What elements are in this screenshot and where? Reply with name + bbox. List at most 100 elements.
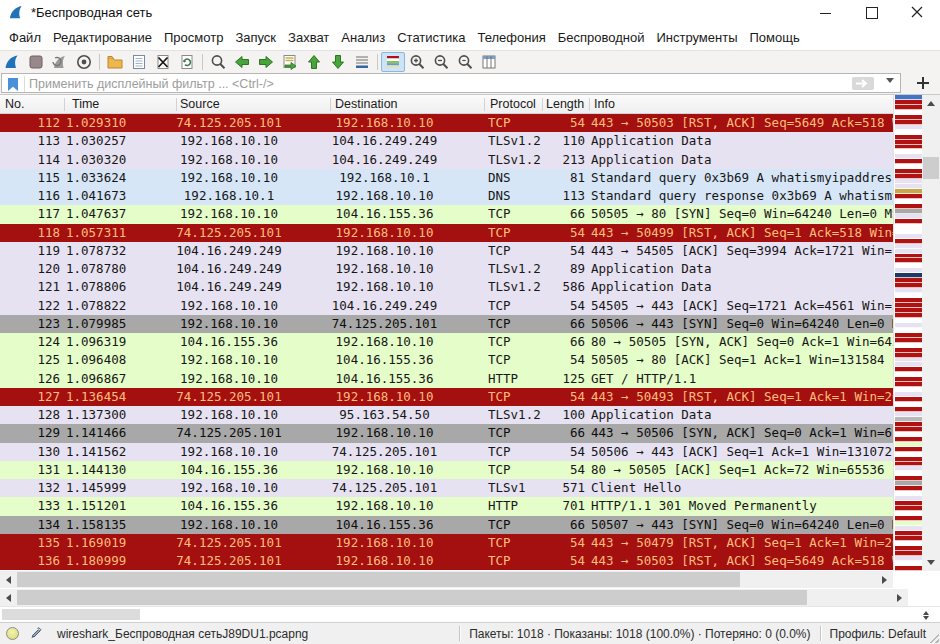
filter-dropdown-caret[interactable]: [886, 78, 894, 83]
expert-info-icon[interactable]: [6, 627, 19, 640]
resize-columns-icon[interactable]: [477, 52, 501, 72]
menu-item-3[interactable]: Просмотр: [158, 30, 229, 45]
packet-row-131[interactable]: 1311.144130104.16.155.36192.168.10.10TCP…: [0, 461, 893, 479]
packet-list-hscrollbar[interactable]: [0, 571, 893, 588]
packet-row-133[interactable]: 1331.151201104.16.155.36192.168.10.10HTT…: [0, 497, 893, 515]
maximize-button[interactable]: [848, 0, 894, 25]
packet-row-125[interactable]: 1251.096408192.168.10.10104.16.155.36TCP…: [0, 351, 893, 369]
packet-row-118[interactable]: 1181.05731174.125.205.101192.168.10.10TC…: [0, 224, 893, 242]
packet-row-129[interactable]: 1291.14146674.125.205.101192.168.10.10TC…: [0, 424, 893, 442]
auto-scroll-icon[interactable]: [350, 52, 374, 72]
packet-row-130[interactable]: 1301.141562192.168.10.1074.125.205.101TC…: [0, 443, 893, 461]
restart-capture-icon[interactable]: [48, 52, 72, 72]
packet-row-115[interactable]: 1151.033624192.168.10.10192.168.10.1DNS8…: [0, 169, 893, 187]
cell-len: 54: [538, 225, 585, 240]
packet-row-113[interactable]: 1131.030257192.168.10.10104.16.249.249TL…: [0, 132, 893, 150]
menu-item-8[interactable]: Телефония: [471, 30, 551, 45]
cell-proto: TCP: [488, 115, 511, 130]
start-capture-icon[interactable]: [0, 52, 24, 72]
go-forward-icon[interactable]: [254, 52, 278, 72]
packet-row-114[interactable]: 1141.030320192.168.10.10104.16.249.249TL…: [0, 151, 893, 169]
stop-capture-icon[interactable]: [24, 52, 48, 72]
scroll-left-arrow[interactable]: [0, 589, 17, 606]
column-header-source[interactable]: Source: [180, 97, 220, 111]
apply-filter-button[interactable]: [852, 77, 874, 90]
column-header-info[interactable]: Info: [594, 97, 615, 111]
hscrollbar-thumb[interactable]: [17, 572, 740, 587]
reload-file-icon[interactable]: [175, 52, 199, 72]
filter-bookmark-icon[interactable]: [5, 77, 21, 92]
menu-item-6[interactable]: Анализ: [335, 30, 391, 45]
cell-info: 50506 → 443 [ACK] Seq=1 Ack=1 Win=131072…: [591, 444, 893, 459]
capture-comment-icon[interactable]: [28, 626, 42, 640]
menu-item-7[interactable]: Статистика: [391, 30, 471, 45]
menu-item-4[interactable]: Запуск: [229, 30, 282, 45]
scroll-left-arrow[interactable]: [0, 571, 17, 588]
open-file-icon[interactable]: [103, 52, 127, 72]
scroll-up-arrow[interactable]: [922, 95, 940, 112]
packet-row-124[interactable]: 1241.096319104.16.155.36192.168.10.10TCP…: [0, 333, 893, 351]
packet-row-126[interactable]: 1261.096867192.168.10.10104.16.155.36HTT…: [0, 370, 893, 388]
cell-no: 126: [0, 371, 60, 386]
packet-minimap-scrollbar[interactable]: [893, 95, 922, 571]
menu-item-2[interactable]: Редактирование: [47, 30, 158, 45]
scroll-right-arrow[interactable]: [876, 571, 893, 588]
capture-options-icon[interactable]: [72, 52, 96, 72]
packet-row-112[interactable]: 1121.02931074.125.205.101192.168.10.10TC…: [0, 114, 893, 132]
menu-item-5[interactable]: Захват: [282, 30, 335, 45]
packet-row-127[interactable]: 1271.13645474.125.205.101192.168.10.10TC…: [0, 388, 893, 406]
column-header-no[interactable]: No.: [5, 97, 24, 111]
secondary-hscrollbar[interactable]: [0, 589, 908, 606]
go-to-packet-icon[interactable]: [278, 52, 302, 72]
packet-row-120[interactable]: 1201.078780104.16.249.249192.168.10.10TL…: [0, 260, 893, 278]
packet-row-136[interactable]: 1361.18099974.125.205.101192.168.10.10TC…: [0, 552, 893, 570]
add-filter-button[interactable]: [912, 74, 934, 93]
cell-info: Standard query 0x3b69 A whatismyipaddres…: [591, 170, 893, 185]
vertical-scrollbar[interactable]: [922, 95, 940, 571]
packet-row-121[interactable]: 1211.078806104.16.249.249192.168.10.10TL…: [0, 278, 893, 296]
hscrollbar-thumb[interactable]: [17, 590, 807, 605]
close-file-icon[interactable]: [151, 52, 175, 72]
profile-label[interactable]: Профиль: Default: [830, 627, 927, 641]
vertical-scrollbar-thumb[interactable]: [923, 157, 939, 179]
display-filter-input[interactable]: Применить дисплейный фильтр ... <Ctrl-/>: [1, 73, 901, 93]
packet-row-132[interactable]: 1321.145999192.168.10.1074.125.205.101TL…: [0, 479, 893, 497]
packet-row-117[interactable]: 1171.047637192.168.10.10104.16.155.36TCP…: [0, 205, 893, 223]
packet-row-134[interactable]: 1341.158135192.168.10.10104.16.155.36TCP…: [0, 516, 893, 534]
zoom-out-icon[interactable]: [429, 52, 453, 72]
packet-row-122[interactable]: 1221.078822192.168.10.10104.16.249.249TC…: [0, 297, 893, 315]
packet-row-119[interactable]: 1191.078732104.16.249.249192.168.10.10TC…: [0, 242, 893, 260]
column-header-destination[interactable]: Destination: [335, 97, 398, 111]
packet-row-116[interactable]: 1161.041673192.168.10.1192.168.10.10DNS1…: [0, 187, 893, 205]
cell-no: 124: [0, 334, 60, 349]
menu-item-10[interactable]: Инструменты: [650, 30, 743, 45]
cell-dst: 192.168.10.10: [322, 334, 447, 349]
packet-row-128[interactable]: 1281.137300192.168.10.1095.163.54.50TLSv…: [0, 406, 893, 424]
menu-item-9[interactable]: Беспроводной: [552, 30, 651, 45]
minimize-button[interactable]: [802, 0, 848, 25]
column-header-protocol[interactable]: Protocol: [490, 97, 536, 111]
menu-item-1[interactable]: Файл: [3, 30, 47, 45]
filter-placeholder: Применить дисплейный фильтр ... <Ctrl-/>: [29, 77, 274, 91]
cell-time: 1.144130: [66, 462, 126, 477]
packet-row-123[interactable]: 1231.079985192.168.10.1074.125.205.101TC…: [0, 315, 893, 333]
go-last-icon[interactable]: [326, 52, 350, 72]
resize-grip[interactable]: [927, 631, 939, 643]
zoom-in-icon[interactable]: [405, 52, 429, 72]
column-header-length[interactable]: Length: [546, 97, 584, 111]
zoom-reset-icon[interactable]: [453, 52, 477, 72]
close-button[interactable]: [894, 0, 940, 25]
go-back-icon[interactable]: [230, 52, 254, 72]
cell-src: 74.125.205.101: [166, 535, 292, 550]
menu-item-11[interactable]: Помощь: [744, 30, 806, 45]
colorize-icon[interactable]: [381, 52, 405, 72]
find-packet-icon[interactable]: [206, 52, 230, 72]
scroll-right-arrow[interactable]: [891, 589, 908, 606]
column-header-time[interactable]: Time: [72, 97, 99, 111]
scroll-down-arrow[interactable]: [922, 554, 940, 571]
cell-len: 113: [538, 188, 585, 203]
pane-splitter-handle[interactable]: [918, 608, 934, 622]
go-first-icon[interactable]: [302, 52, 326, 72]
save-file-icon[interactable]: [127, 52, 151, 72]
packet-row-135[interactable]: 1351.16901974.125.205.101192.168.10.10TC…: [0, 534, 893, 552]
